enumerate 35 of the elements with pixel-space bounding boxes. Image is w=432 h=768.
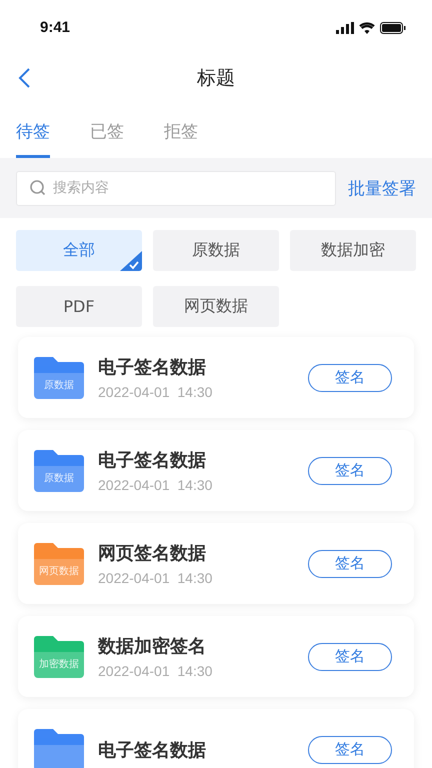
filter-chip[interactable]: 全部 <box>16 230 142 271</box>
document-title: 电子签名数据 <box>98 738 207 762</box>
search-icon <box>29 178 47 196</box>
filter-chip[interactable]: PDF <box>16 286 142 327</box>
sign-button[interactable]: 签名 <box>308 550 392 578</box>
document-date: 2022-04-01 14:30 <box>98 477 214 493</box>
filter-chip[interactable]: 网页数据 <box>153 286 279 327</box>
document-date: 2022-04-01 14:30 <box>98 384 214 400</box>
document-card[interactable]: 电子签名数据 签名 <box>18 709 414 768</box>
sign-button[interactable]: 签名 <box>308 736 392 764</box>
tab[interactable]: 拒签 <box>164 120 198 158</box>
status-time: 9:41 <box>40 19 70 36</box>
batch-sign-button[interactable]: 批量签署 <box>348 176 416 200</box>
wifi-icon <box>359 22 375 34</box>
filter-chip[interactable]: 原数据 <box>153 230 279 271</box>
document-card[interactable]: 原数据 电子签名数据 2022-04-01 14:30 签名 <box>18 430 414 511</box>
tab[interactable]: 已签 <box>90 120 124 158</box>
document-card[interactable]: 加密数据 数据加密签名 2022-04-01 14:30 签名 <box>18 616 414 697</box>
sign-button[interactable]: 签名 <box>308 456 392 484</box>
document-title: 电子签名数据 <box>98 449 207 472</box>
battery-icon <box>380 22 406 34</box>
document-title: 电子签名数据 <box>98 356 207 379</box>
document-date: 2022-04-01 14:30 <box>98 663 214 679</box>
sign-button[interactable]: 签名 <box>308 642 392 670</box>
filter-chip[interactable]: 数据加密 <box>290 230 416 271</box>
search-field[interactable]: 搜索内容 <box>16 170 336 206</box>
document-title: 网页签名数据 <box>98 542 207 565</box>
page-title: 标题 <box>197 66 235 90</box>
signal-icon <box>336 22 354 34</box>
check-icon <box>120 251 142 271</box>
document-card[interactable]: 网页数据 网页签名数据 2022-04-01 14:30 签名 <box>18 523 414 604</box>
document-title: 数据加密签名 <box>98 635 207 658</box>
document-date: 2022-04-01 14:30 <box>98 570 214 586</box>
document-card[interactable]: 原数据 电子签名数据 2022-04-01 14:30 签名 <box>18 337 414 418</box>
sign-button[interactable]: 签名 <box>308 364 392 392</box>
